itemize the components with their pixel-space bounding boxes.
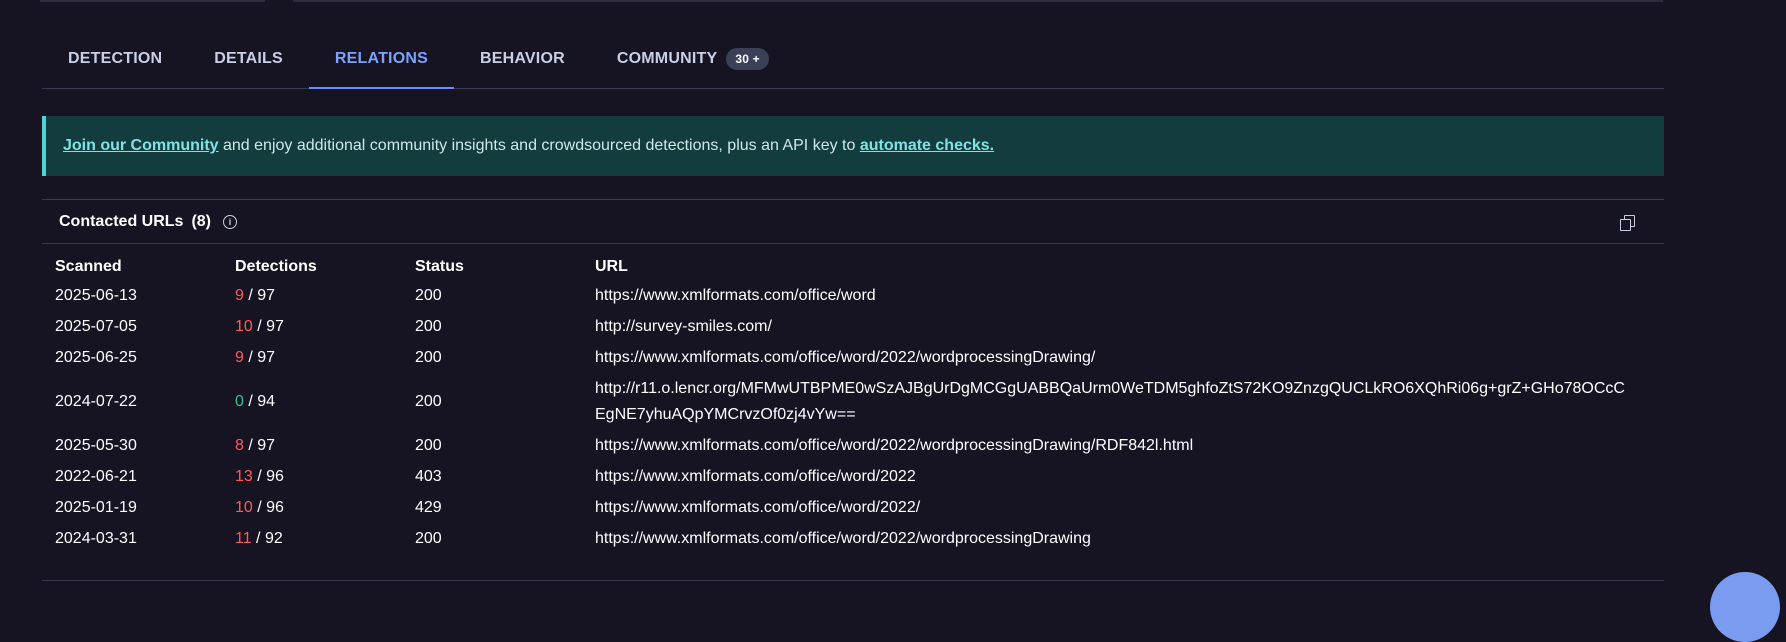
table-row: 2024-07-22 0 / 94 200 http://r11.o.lencr… bbox=[55, 373, 1625, 430]
engine-total: / 96 bbox=[252, 467, 284, 485]
table-row: 2025-07-05 10 / 97 200 http://survey-smi… bbox=[55, 311, 1625, 342]
community-banner: Join our Community and enjoy additional … bbox=[42, 116, 1664, 176]
copy-icon[interactable] bbox=[1620, 215, 1635, 231]
detections-cell: 13 / 96 bbox=[235, 461, 415, 492]
detections-cell: 9 / 97 bbox=[235, 280, 415, 311]
tab-detection[interactable]: DETECTION bbox=[42, 30, 188, 88]
detections-cell: 11 / 92 bbox=[235, 523, 415, 554]
section-divider bbox=[42, 580, 1664, 581]
tab-label: DETAILS bbox=[214, 50, 283, 67]
scanned-date: 2025-06-25 bbox=[55, 348, 137, 366]
scanned-date: 2025-05-30 bbox=[55, 436, 137, 454]
tab-behavior[interactable]: BEHAVIOR bbox=[454, 30, 591, 88]
detections-cell: 8 / 97 bbox=[235, 430, 415, 461]
scanned-date: 2025-06-13 bbox=[55, 286, 137, 304]
url-link[interactable]: https://www.xmlformats.com/office/word bbox=[595, 280, 1625, 311]
scanned-date: 2022-06-21 bbox=[55, 467, 137, 485]
section-title: Contacted URLs bbox=[59, 212, 184, 230]
column-header-detections: Detections bbox=[235, 258, 317, 275]
table-row: 2025-06-13 9 / 97 200 https://www.xmlfor… bbox=[55, 280, 1625, 311]
url-link[interactable]: http://r11.o.lencr.org/MFMwUTBPME0wSzAJB… bbox=[595, 373, 1625, 430]
detection-count: 0 bbox=[235, 392, 244, 410]
detection-count: 8 bbox=[235, 436, 244, 454]
tab-details[interactable]: DETAILS bbox=[188, 30, 309, 88]
detection-count: 11 bbox=[235, 529, 252, 547]
detections-cell: 9 / 97 bbox=[235, 342, 415, 373]
report-tabs: DETECTION DETAILS RELATIONS BEHAVIOR COM… bbox=[42, 30, 1664, 89]
detection-count: 9 bbox=[235, 348, 244, 366]
url-link[interactable]: https://www.xmlformats.com/office/word/2… bbox=[595, 342, 1625, 373]
automate-checks-link[interactable]: automate checks. bbox=[860, 137, 994, 154]
url-link[interactable]: https://www.xmlformats.com/office/word/2… bbox=[595, 461, 1625, 492]
table-row: 2022-06-21 13 / 96 403 https://www.xmlfo… bbox=[55, 461, 1625, 492]
table-row: 2025-01-19 10 / 96 429 https://www.xmlfo… bbox=[55, 492, 1625, 523]
search-bar-edge-left bbox=[40, 0, 265, 2]
status-code: 200 bbox=[415, 286, 442, 304]
join-community-link[interactable]: Join our Community bbox=[63, 137, 219, 154]
tab-label: RELATIONS bbox=[334, 50, 428, 67]
engine-total: / 97 bbox=[243, 348, 276, 366]
status-code: 200 bbox=[415, 348, 442, 366]
url-link[interactable]: https://www.xmlformats.com/office/word/2… bbox=[595, 492, 1625, 523]
engine-total: / 97 bbox=[243, 286, 276, 304]
engine-total: / 94 bbox=[243, 392, 276, 410]
info-icon[interactable]: i bbox=[223, 214, 238, 229]
engine-total: / 97 bbox=[243, 436, 276, 454]
search-bar-edge bbox=[293, 0, 1663, 2]
contacted-urls-table: Scanned Detections Status URL 2025-06-13… bbox=[55, 254, 1625, 554]
status-code: 200 bbox=[415, 529, 442, 547]
table-row: 2025-05-30 8 / 97 200 https://www.xmlfor… bbox=[55, 430, 1625, 461]
engine-total: / 92 bbox=[251, 529, 283, 547]
detection-count: 10 bbox=[235, 498, 253, 516]
tab-relations[interactable]: RELATIONS bbox=[308, 30, 455, 89]
status-code: 200 bbox=[415, 436, 442, 454]
url-link[interactable]: http://survey-smiles.com/ bbox=[595, 311, 1625, 342]
status-code: 429 bbox=[415, 498, 442, 516]
detection-count: 10 bbox=[235, 317, 253, 335]
url-link[interactable]: https://www.xmlformats.com/office/word/2… bbox=[595, 523, 1625, 554]
detection-count: 13 bbox=[235, 467, 253, 485]
scanned-date: 2024-03-31 bbox=[55, 529, 137, 547]
scanned-date: 2025-07-05 bbox=[55, 317, 137, 335]
community-count-badge: 30 + bbox=[726, 48, 769, 70]
status-code: 200 bbox=[415, 317, 442, 335]
detections-cell: 10 / 96 bbox=[235, 492, 415, 523]
section-count: (8) bbox=[191, 212, 212, 230]
column-header-status: Status bbox=[415, 258, 464, 275]
detections-cell: 10 / 97 bbox=[235, 311, 415, 342]
column-header-url: URL bbox=[595, 258, 628, 275]
url-link[interactable]: https://www.xmlformats.com/office/word/2… bbox=[595, 430, 1625, 461]
status-code: 200 bbox=[415, 392, 442, 410]
floating-action-button[interactable] bbox=[1710, 572, 1780, 642]
detections-cell: 0 / 94 bbox=[235, 373, 415, 430]
table-row: 2024-03-31 11 / 92 200 https://www.xmlfo… bbox=[55, 523, 1625, 554]
tab-label: COMMUNITY bbox=[616, 50, 718, 67]
table-header-row: Scanned Detections Status URL bbox=[55, 254, 1625, 280]
engine-total: / 96 bbox=[252, 498, 284, 516]
detection-count: 9 bbox=[235, 286, 244, 304]
scanned-date: 2024-07-22 bbox=[55, 392, 137, 410]
contacted-urls-header: Contacted URLs (8) i bbox=[42, 199, 1664, 244]
scanned-date: 2025-01-19 bbox=[55, 498, 137, 516]
tab-label: DETECTION bbox=[68, 50, 163, 67]
banner-text: and enjoy additional community insights … bbox=[218, 137, 860, 154]
table-row: 2025-06-25 9 / 97 200 https://www.xmlfor… bbox=[55, 342, 1625, 373]
tab-label: BEHAVIOR bbox=[479, 50, 565, 67]
status-code: 403 bbox=[415, 467, 442, 485]
column-header-scanned: Scanned bbox=[55, 258, 122, 275]
engine-total: / 97 bbox=[252, 317, 284, 335]
tab-community[interactable]: COMMUNITY 30 + bbox=[591, 30, 795, 88]
